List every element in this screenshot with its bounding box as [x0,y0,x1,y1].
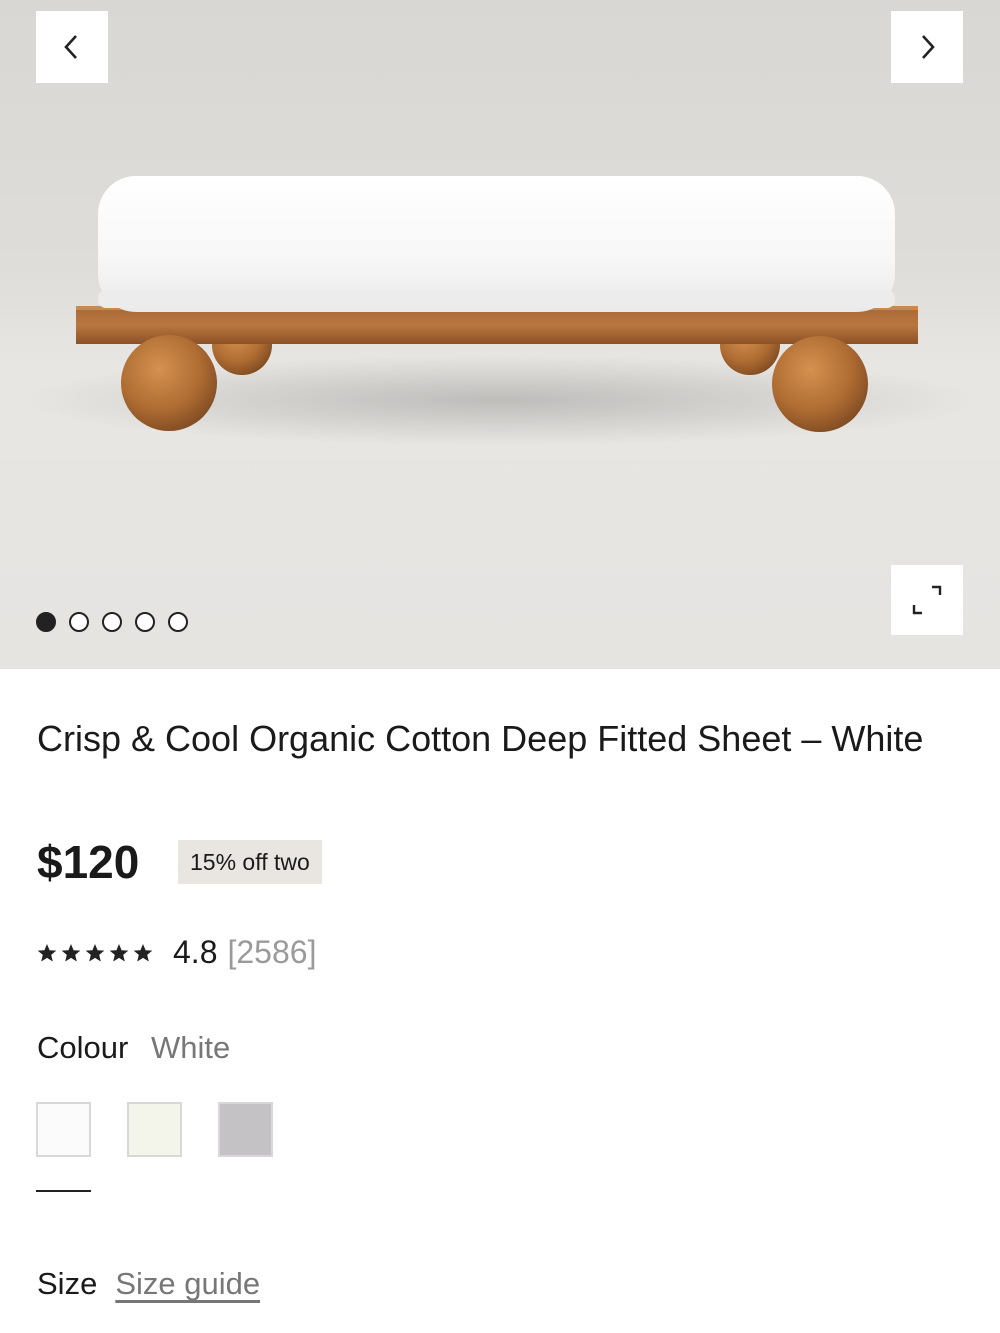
colour-swatch-ivory[interactable] [127,1102,182,1157]
product-rating[interactable]: 4.8 [2586] [37,934,316,971]
size-selector-header: Size Size guide [37,1264,260,1304]
pagination-dot[interactable] [135,612,155,632]
promo-badge: 15% off two [178,840,322,884]
colour-selector-header: Colour White [37,1028,230,1068]
size-guide-link[interactable]: Size guide [115,1264,260,1304]
rating-value: 4.8 [173,934,218,970]
colour-swatch-grey[interactable] [218,1102,273,1157]
star-icon [133,943,153,961]
product-price: $120 [37,836,140,888]
product-photo [20,176,980,445]
previous-image-button[interactable] [36,11,108,83]
selected-colour: White [150,1030,231,1065]
pagination-dot[interactable] [102,612,122,632]
chevron-left-icon [64,35,77,59]
star-icon [37,943,57,961]
expand-image-button[interactable] [891,565,963,635]
rating-stars [37,943,153,963]
star-icon [85,943,105,961]
colour-swatches [36,1102,273,1157]
review-count[interactable]: [2586] [227,934,316,971]
colour-label: Colour [37,1030,129,1065]
expand-icon [912,585,942,615]
product-image-gallery[interactable] [0,0,1000,669]
pagination-dot[interactable] [36,612,56,632]
size-label: Size [37,1266,98,1301]
product-title: Crisp & Cool Organic Cotton Deep Fitted … [37,718,924,759]
next-image-button[interactable] [891,11,963,83]
pagination-dot[interactable] [69,612,89,632]
gallery-pagination [36,612,188,632]
star-icon [61,943,81,961]
chevron-right-icon [922,35,935,59]
pagination-dot[interactable] [168,612,188,632]
selected-swatch-indicator [36,1190,91,1192]
star-icon [109,943,129,961]
colour-swatch-white[interactable] [36,1102,91,1157]
